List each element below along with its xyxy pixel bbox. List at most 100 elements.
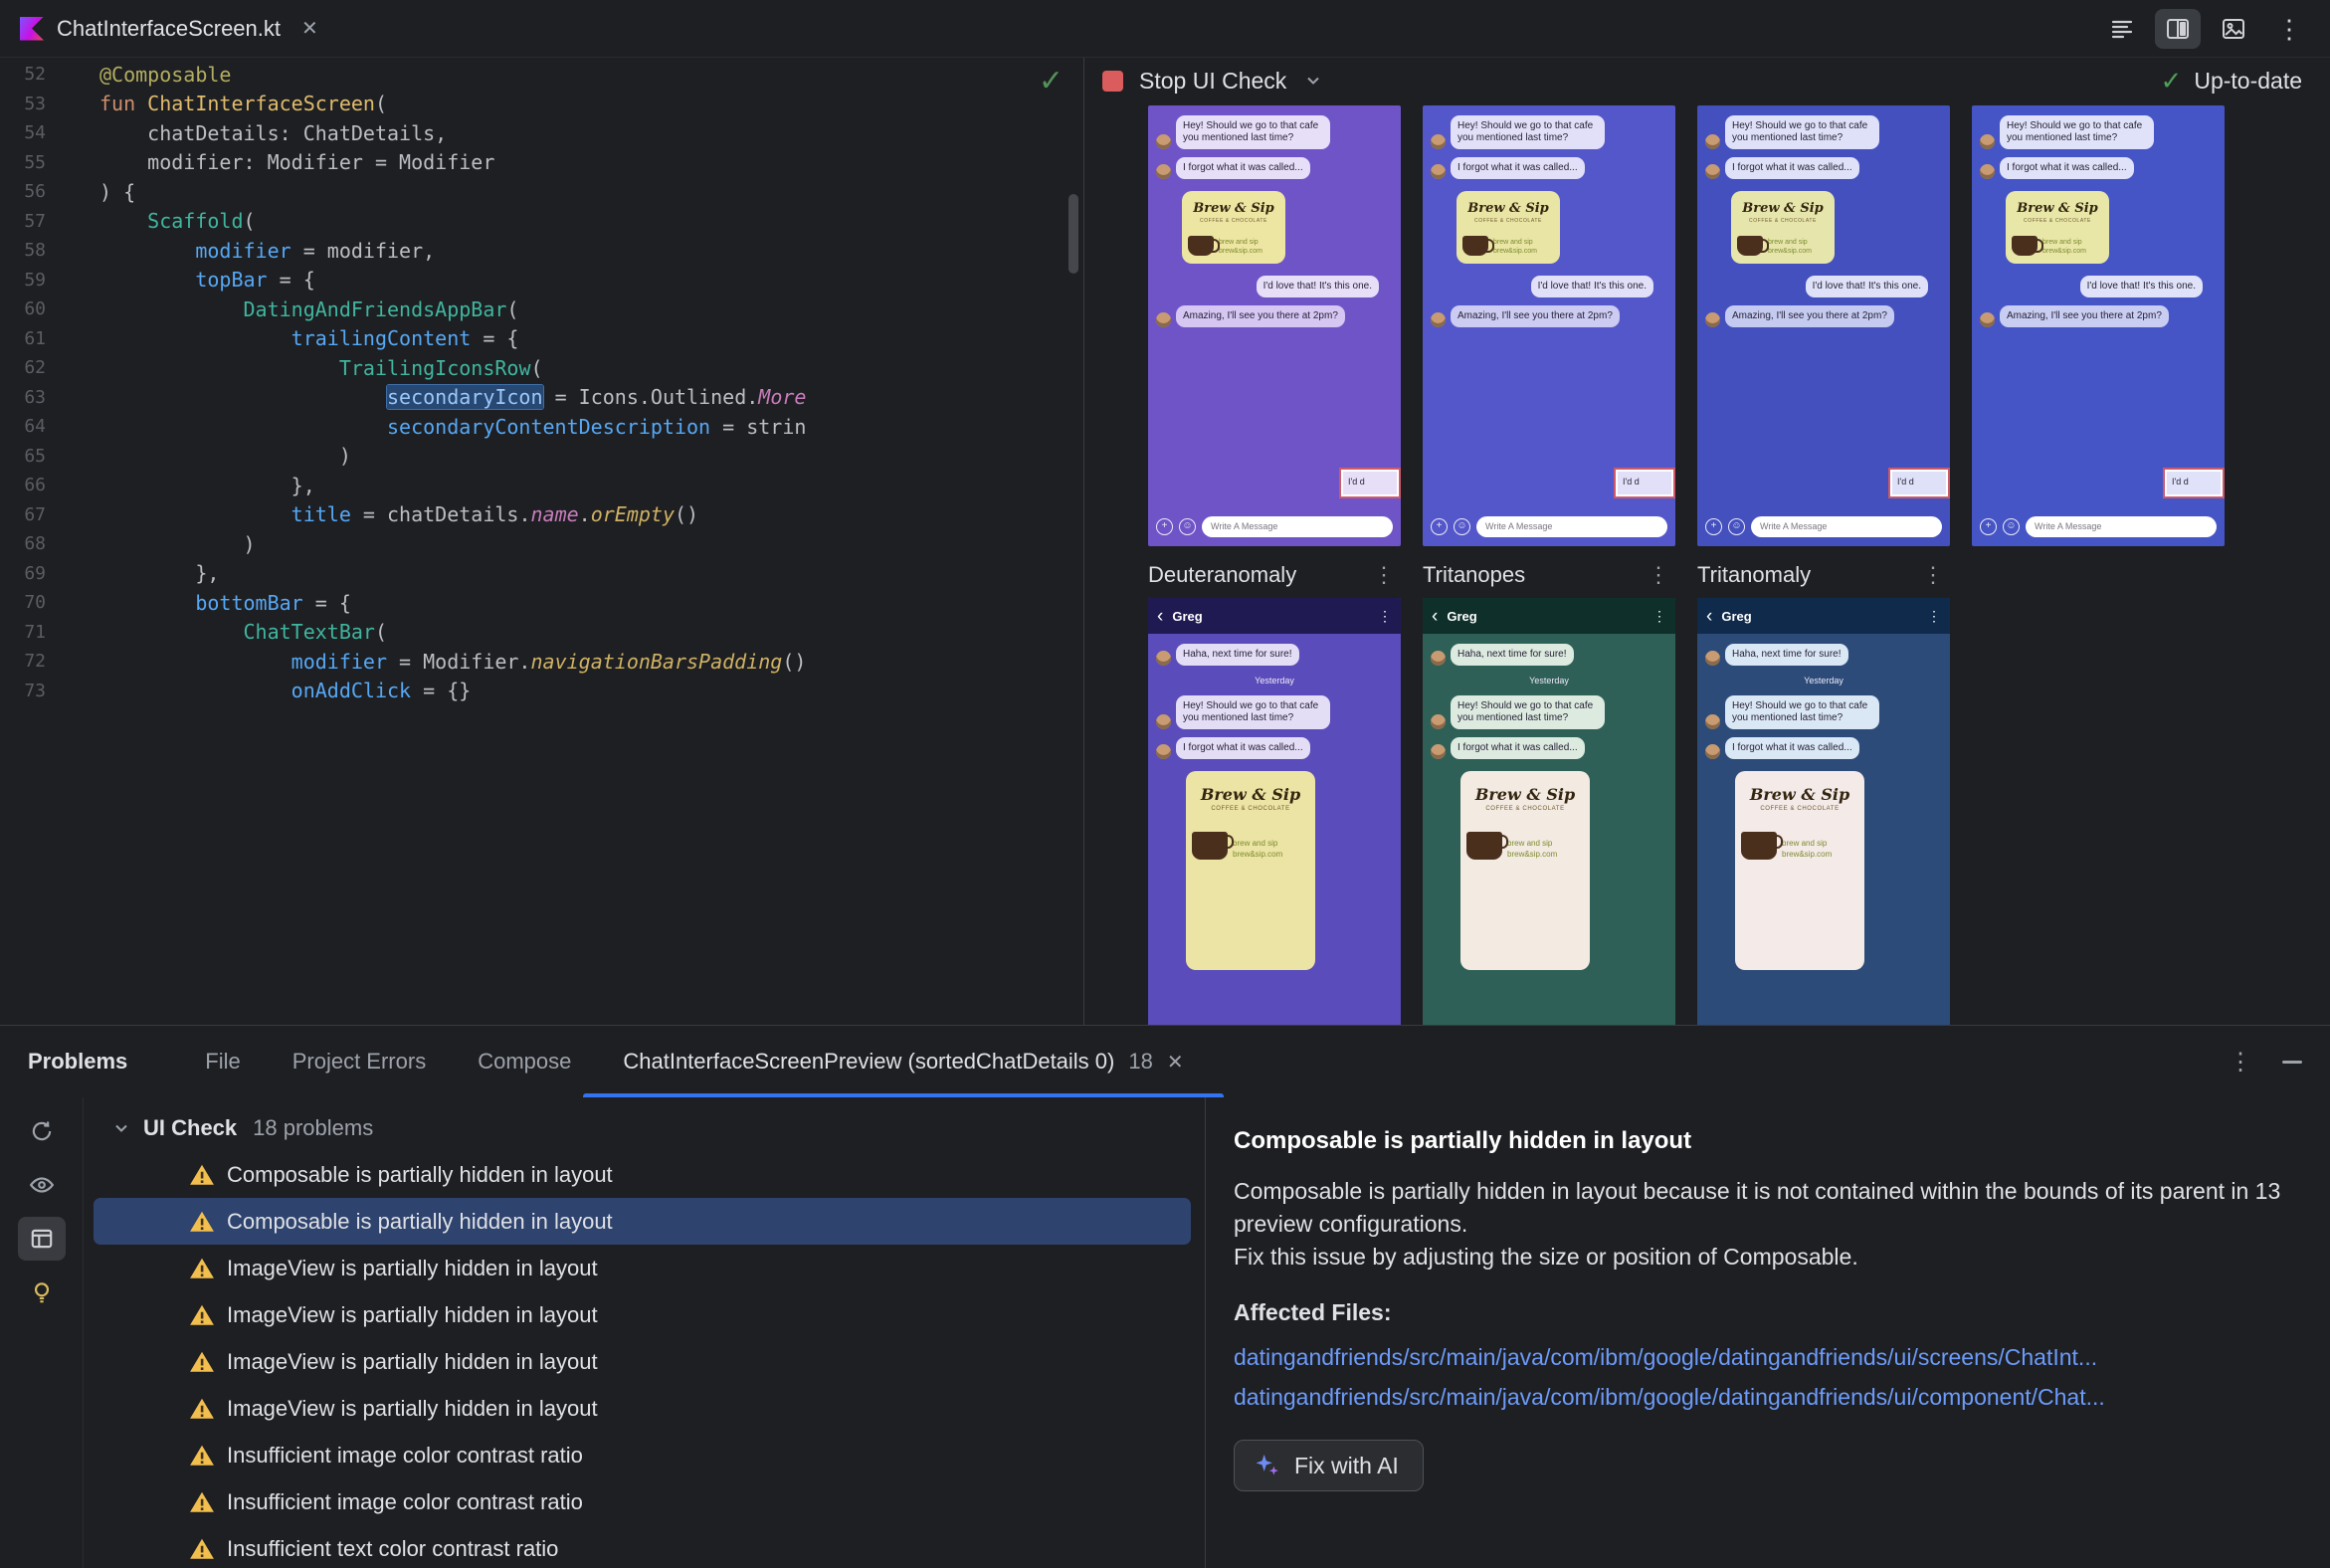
preview-thumbnail-2[interactable]: Hey! Should we go to that cafe you menti… (1423, 105, 1675, 546)
panel-options-icon[interactable]: ⋮ (2229, 1048, 2252, 1077)
details-view-button[interactable] (17, 1217, 66, 1261)
close-tab-icon[interactable]: ✕ (301, 16, 318, 41)
emoji-icon[interactable]: ☺ (1179, 518, 1196, 535)
code-line[interactable]: 54 chatDetails: ChatDetails, (0, 118, 1083, 148)
code-line[interactable]: 70 bottomBar = { (0, 588, 1083, 618)
message-input[interactable]: Write A Message (1202, 516, 1393, 537)
problem-row[interactable]: Insufficient text color contrast ratio (94, 1525, 1191, 1568)
problem-row[interactable]: ImageView is partially hidden in layout (94, 1291, 1191, 1338)
code-line[interactable]: 53 fun ChatInterfaceScreen( (0, 90, 1083, 119)
problems-group-row[interactable]: UI Check 18 problems (94, 1105, 1191, 1151)
problem-row[interactable]: ImageView is partially hidden in layout (94, 1385, 1191, 1432)
preview-thumbnail-tritanomaly[interactable]: ‹ Greg ⋮ Haha, next time for sure! Yesterday… (1697, 598, 1950, 1025)
code-line[interactable]: 59 topBar = { (0, 266, 1083, 295)
code-line[interactable]: 69 }, (0, 559, 1083, 589)
tab-chatinterfacescreenpreview[interactable]: ChatInterfaceScreenPreview (sortedChatDe… (583, 1026, 1224, 1097)
tab-compose[interactable]: Compose (452, 1026, 597, 1097)
affected-file-link[interactable]: datingandfriends/src/main/java/com/ibm/g… (1234, 1380, 2294, 1414)
problem-row[interactable]: Composable is partially hidden in layout (94, 1198, 1191, 1245)
back-icon[interactable]: ‹ (1432, 607, 1438, 626)
add-icon[interactable]: + (1431, 518, 1448, 535)
problem-row[interactable]: ImageView is partially hidden in layout (94, 1338, 1191, 1385)
problem-row[interactable]: ImageView is partially hidden in layout (94, 1245, 1191, 1291)
quick-fix-button[interactable] (18, 1271, 66, 1314)
brew-title: Brew & Sip (1467, 201, 1549, 216)
back-icon[interactable]: ‹ (1157, 607, 1163, 626)
stop-options-dropdown[interactable] (1302, 70, 1324, 92)
code-line[interactable]: 67 title = chatDetails.name.orEmpty() (0, 500, 1083, 530)
code-line[interactable]: 60 DatingAndFriendsAppBar( (0, 294, 1083, 324)
preview-thumbnail-4[interactable]: Hey! Should we go to that cafe you menti… (1972, 105, 2225, 546)
view-options-button[interactable] (18, 1163, 66, 1207)
ai-sparkle-icon (1256, 1454, 1278, 1475)
code-line[interactable]: 64 secondaryContentDescription = strin (0, 412, 1083, 442)
emoji-icon[interactable]: ☺ (1454, 518, 1470, 535)
preview-thumbnail-deuteranomaly[interactable]: ‹ Greg ⋮ Haha, next time for sure! Yesterday… (1148, 598, 1401, 1025)
code-line[interactable]: 71 ChatTextBar( (0, 618, 1083, 648)
message-bubble: Haha, next time for sure! (1451, 644, 1574, 666)
code-line[interactable]: 65 ) (0, 442, 1083, 472)
preview-thumbnail-3[interactable]: Hey! Should we go to that cafe you menti… (1697, 105, 1950, 546)
more-options-icon[interactable]: ⋮ (1652, 608, 1666, 625)
code-view-button[interactable] (2099, 9, 2145, 49)
add-icon[interactable]: + (1705, 518, 1722, 535)
stop-ui-check-button[interactable]: Stop UI Check (1102, 68, 1286, 95)
brew-tagline: COFFEE & CHOCOLATE (1749, 218, 1817, 224)
preview-thumbnail-tritanopes[interactable]: ‹ Greg ⋮ Haha, next time for sure! Yesterday… (1423, 598, 1675, 1025)
close-tab-icon[interactable]: ✕ (1167, 1050, 1184, 1075)
editor-tab[interactable]: ChatInterfaceScreen.kt ✕ (0, 0, 340, 57)
code-line[interactable]: 66 }, (0, 471, 1083, 500)
rerun-check-button[interactable] (18, 1109, 66, 1153)
variant-options-icon[interactable]: ⋮ (1648, 562, 1675, 588)
problem-row[interactable]: Insufficient image color contrast ratio (94, 1432, 1191, 1478)
problem-row[interactable]: Composable is partially hidden in layout (94, 1151, 1191, 1198)
avatar (1705, 312, 1720, 327)
code-line[interactable]: 58 modifier = modifier, (0, 236, 1083, 266)
code-line[interactable]: 55 modifier: Modifier = Modifier (0, 148, 1083, 178)
code-line[interactable]: 57 Scaffold( (0, 207, 1083, 237)
message-input[interactable]: Write A Message (2026, 516, 2217, 537)
variant-label-deuteranomaly: Deuteranomaly ⋮ (1148, 562, 1401, 588)
emoji-icon[interactable]: ☺ (1728, 518, 1745, 535)
add-icon[interactable]: + (1980, 518, 1997, 535)
back-icon[interactable]: ‹ (1706, 607, 1712, 626)
code-editor[interactable]: 52 @Composable 53 fun ChatInterfaceScreen(5… (0, 58, 1084, 1025)
problem-row[interactable]: Insufficient image color contrast ratio (94, 1478, 1191, 1525)
code-line[interactable]: 73 onAddClick = {} (0, 677, 1083, 706)
code-line[interactable]: 72 modifier = Modifier.navigationBarsPad… (0, 647, 1083, 677)
more-options-button[interactable]: ⋮ (2266, 9, 2312, 49)
code-line[interactable]: 56) { (0, 177, 1083, 207)
tab-project-errors[interactable]: Project Errors (267, 1026, 452, 1097)
message-bubble: Hey! Should we go to that cafe you menti… (1176, 115, 1330, 149)
design-view-button[interactable] (2211, 9, 2256, 49)
fix-with-ai-button[interactable]: Fix with AI (1234, 1440, 1424, 1491)
affected-file-link[interactable]: datingandfriends/src/main/java/com/ibm/g… (1234, 1340, 2294, 1374)
add-icon[interactable]: + (1156, 518, 1173, 535)
code-line[interactable]: 52 @Composable (0, 60, 1083, 90)
variant-options-icon[interactable]: ⋮ (1922, 562, 1950, 588)
variant-options-icon[interactable]: ⋮ (1373, 562, 1401, 588)
message-input[interactable]: Write A Message (1476, 516, 1667, 537)
emoji-icon[interactable]: ☺ (2003, 518, 2020, 535)
minimize-panel-icon[interactable] (2282, 1060, 2302, 1064)
more-options-icon[interactable]: ⋮ (1927, 608, 1941, 625)
code-token: name (530, 502, 579, 527)
code-line[interactable]: 61 trailingContent = { (0, 324, 1083, 354)
editor-scrollbar-thumb[interactable] (1068, 194, 1078, 274)
code-line[interactable]: 68 ) (0, 529, 1083, 559)
inspections-ok-check-icon[interactable]: ✓ (1039, 64, 1064, 98)
preview-thumbnail-1[interactable]: Hey! Should we go to that cafe you menti… (1148, 105, 1401, 546)
message-input[interactable]: Write A Message (1751, 516, 1942, 537)
problem-text: Composable is partially hidden in layout (227, 1208, 613, 1234)
tab-file[interactable]: File (179, 1026, 266, 1097)
brew-sip-card: Brew & Sip COFFEE & CHOCOLATE brew and sip… (2006, 191, 2109, 264)
code-line[interactable]: 63 secondaryIcon = Icons.Outlined.More (0, 383, 1083, 413)
split-view-button[interactable] (2155, 8, 2201, 49)
day-divider: Yesterday (1529, 676, 1569, 686)
editor-tab-bar: ChatInterfaceScreen.kt ✕ ⋮ (0, 0, 2330, 58)
code-line[interactable]: 62 TrailingIconsRow( (0, 353, 1083, 383)
more-options-icon[interactable]: ⋮ (1378, 608, 1392, 625)
